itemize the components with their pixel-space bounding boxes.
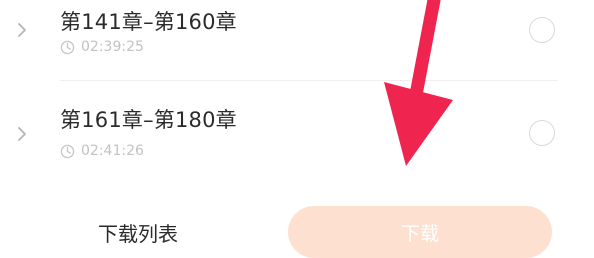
- chapter-duration: 02:39:25: [60, 38, 144, 56]
- divider: [60, 80, 558, 81]
- chapter-title: 第161章–第180章: [60, 108, 237, 132]
- download-button[interactable]: 下载: [288, 206, 552, 258]
- chevron-right-icon: [18, 23, 26, 37]
- select-radio[interactable]: [529, 17, 555, 43]
- chevron-right-icon: [18, 127, 26, 141]
- clock-icon: [60, 40, 75, 54]
- clock-icon: [60, 144, 75, 158]
- chapter-duration: 02:41:26: [60, 142, 144, 160]
- duration-text: 02:41:26: [81, 143, 144, 159]
- duration-text: 02:39:25: [81, 39, 144, 55]
- download-list-link[interactable]: 下载列表: [82, 218, 194, 247]
- chapter-item[interactable]: 第161章–第180章 02:41:26: [0, 96, 594, 176]
- select-radio[interactable]: [529, 120, 555, 146]
- bottom-action-bar: 下载列表 下载: [0, 194, 594, 258]
- chapter-title: 第141章–第160章: [60, 10, 237, 34]
- chapter-item[interactable]: 第141章–第160章 02:39:25: [0, 0, 594, 81]
